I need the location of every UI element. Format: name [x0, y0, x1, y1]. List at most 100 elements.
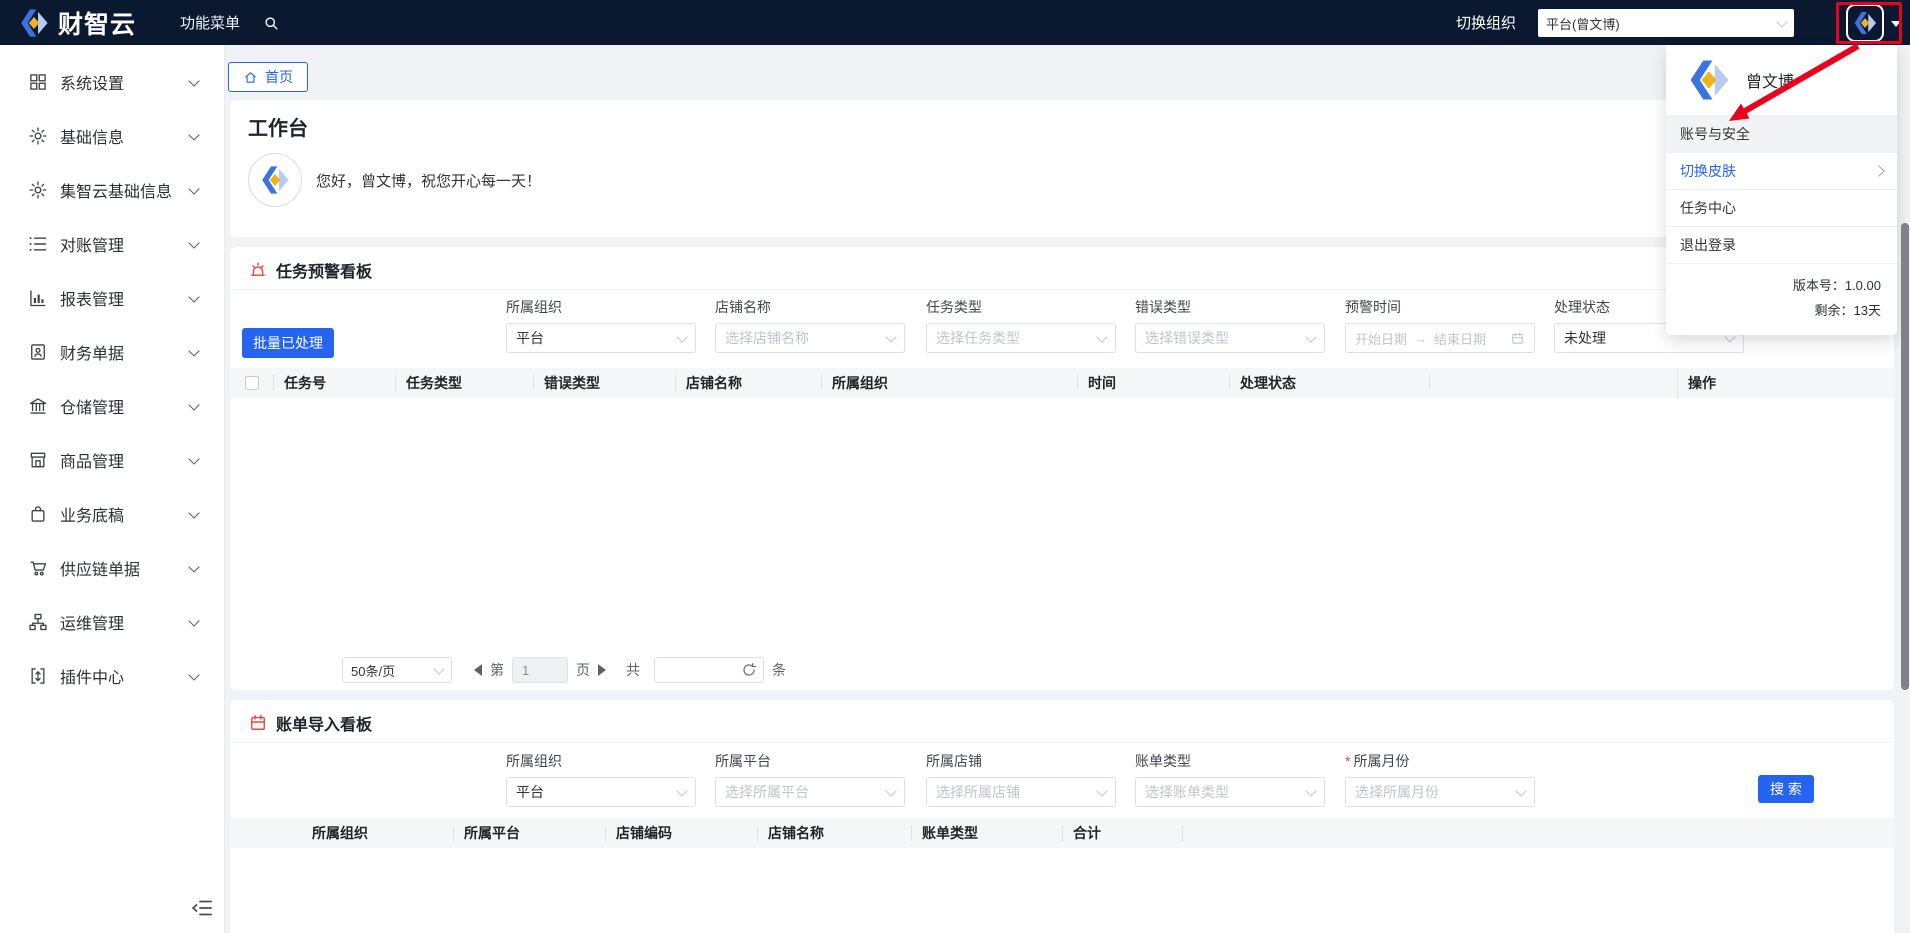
top-navbar: 财智云 功能菜单 切换组织 平台(曾文博)	[0, 0, 1910, 45]
select-value: 平台	[516, 784, 544, 800]
filter-label: 所属店铺	[926, 753, 982, 769]
sidebar-item-label: 供应链单据	[60, 562, 141, 579]
sidebar-item-finance-docs[interactable]: 财务单据	[0, 325, 224, 379]
filter-shop: 所属店铺 选择所属店铺	[926, 751, 1116, 807]
menu-item-logout[interactable]: 退出登录	[1666, 226, 1897, 263]
sidebar-item-business-draft[interactable]: 业务底稿	[0, 487, 224, 541]
cart-icon	[28, 558, 48, 578]
sidebar-item-system-settings[interactable]: 系统设置	[0, 55, 224, 109]
sidebar-item-ops-management[interactable]: 运维管理	[0, 595, 224, 649]
end-date-placeholder: 结束日期	[1434, 331, 1487, 347]
filter-org: 所属组织 平台	[506, 751, 696, 807]
shop-name-select[interactable]: 选择店铺名称	[715, 323, 905, 353]
filter-label: 所属平台	[715, 753, 771, 769]
chevron-down-icon	[188, 74, 200, 87]
sidebar-item-products[interactable]: 商品管理	[0, 433, 224, 487]
chevron-down-icon	[1096, 330, 1108, 343]
column-header: 合计	[1063, 818, 1183, 848]
switch-org-label: 切换组织	[1456, 15, 1517, 32]
column-header: 任务号	[274, 368, 396, 398]
select-placeholder: 选择所属店铺	[936, 784, 1020, 800]
filter-platform: 所属平台 选择所属平台	[715, 751, 905, 807]
menu-item-label: 切换皮肤	[1680, 163, 1736, 179]
sidebar-collapse-icon[interactable]	[190, 896, 214, 920]
gear-icon	[28, 180, 48, 200]
page-title: 工作台	[248, 118, 308, 140]
chevron-right-icon	[1873, 165, 1885, 177]
page-size-select[interactable]: 50条/页	[342, 657, 452, 683]
sidebar-item-label: 基础信息	[60, 130, 125, 147]
action-column-header: 操作	[1677, 368, 1894, 398]
chevron-down-icon	[188, 506, 200, 519]
sidebar-item-warehouse[interactable]: 仓储管理	[0, 379, 224, 433]
chevron-down-icon	[188, 182, 200, 195]
user-avatar-button[interactable]	[1846, 4, 1884, 42]
chevron-down-icon	[885, 784, 897, 797]
sidebar-item-plugin-center[interactable]: 插件中心	[0, 649, 224, 703]
platform-select[interactable]: 选择所属平台	[715, 777, 905, 807]
menu-item-account-security[interactable]: 账号与安全	[1666, 115, 1897, 152]
sidebar-item-supply-chain[interactable]: 供应链单据	[0, 541, 224, 595]
chevron-down-icon	[1515, 784, 1527, 797]
sidebar-item-reconciliation[interactable]: 对账管理	[0, 217, 224, 271]
error-type-select[interactable]: 选择错误类型	[1135, 323, 1325, 353]
task-type-select[interactable]: 选择任务类型	[926, 323, 1116, 353]
page-prefix-label: 第	[490, 662, 504, 678]
version-number: 版本号：1.0.00	[1792, 278, 1881, 293]
shop-select[interactable]: 选择所属店铺	[926, 777, 1116, 807]
chevron-down-icon	[1776, 15, 1788, 28]
org-select[interactable]: 平台(曾文博)	[1538, 9, 1794, 37]
start-date-placeholder: 开始日期	[1355, 331, 1408, 347]
chevron-down-icon	[188, 452, 200, 465]
refresh-icon[interactable]	[741, 662, 757, 678]
tab-home[interactable]: 首页	[228, 62, 308, 92]
prev-page-button[interactable]	[474, 664, 482, 676]
filter-label: 所属月份	[1353, 753, 1410, 769]
filter-task-type: 任务类型 选择任务类型	[926, 297, 1116, 353]
select-all-checkbox[interactable]	[245, 376, 259, 390]
chevron-down-icon	[885, 330, 897, 343]
total-prefix-label: 共	[626, 662, 640, 678]
column-header: 所属组织	[302, 818, 454, 848]
batch-process-button[interactable]: 批量已处理	[242, 328, 334, 358]
avatar-logo-icon	[1852, 10, 1878, 36]
sidebar-item-reports[interactable]: 报表管理	[0, 271, 224, 325]
select-placeholder: 选择账单类型	[1145, 784, 1229, 800]
filter-bill-type: 账单类型 选择账单类型	[1135, 751, 1325, 807]
menu-item-switch-skin[interactable]: 切换皮肤	[1666, 152, 1897, 189]
function-menu-button[interactable]: 功能菜单	[180, 12, 240, 33]
chevron-down-icon	[188, 614, 200, 627]
bill-type-select[interactable]: 选择账单类型	[1135, 777, 1325, 807]
filter-label-required: * 所属月份	[1345, 751, 1535, 769]
total-count-input[interactable]	[654, 657, 764, 683]
scrollbar-thumb[interactable]	[1901, 223, 1909, 690]
sitemap-icon	[28, 612, 48, 632]
column-header: 错误类型	[534, 368, 676, 398]
org-select[interactable]: 平台	[506, 777, 696, 807]
sidebar-item-basic-info[interactable]: 基础信息	[0, 109, 224, 163]
page-number-input[interactable]: 1	[512, 657, 568, 683]
search-icon[interactable]	[262, 14, 280, 32]
document-user-icon	[28, 342, 48, 362]
select-placeholder: 选择所属月份	[1355, 784, 1439, 800]
avatar-logo-icon	[1686, 57, 1732, 103]
user-menu-caret-icon[interactable]	[1891, 21, 1901, 27]
gear-icon	[28, 126, 48, 146]
select-placeholder: 选择任务类型	[936, 330, 1020, 346]
calendar-icon	[248, 713, 268, 733]
month-select[interactable]: 选择所属月份	[1345, 777, 1535, 807]
sidebar-item-jizhiyun-basic-info[interactable]: 集智云基础信息	[0, 163, 224, 217]
home-icon	[243, 70, 258, 85]
avatar-logo-icon	[259, 164, 291, 196]
menu-item-task-center[interactable]: 任务中心	[1666, 189, 1897, 226]
org-select[interactable]: 平台	[506, 323, 696, 353]
column-header: 账单类型	[912, 818, 1063, 848]
chevron-down-icon	[1305, 330, 1317, 343]
column-header: 店铺名称	[758, 818, 912, 848]
workbench-card: 工作台 您好，曾文博，祝您开心每一天！	[230, 100, 1894, 237]
search-button[interactable]: 搜 索	[1758, 775, 1814, 803]
next-page-button[interactable]	[598, 664, 606, 676]
select-all-cell	[230, 368, 274, 398]
date-range-picker[interactable]: 开始日期 → 结束日期	[1345, 323, 1535, 353]
bill-board-title: 账单导入看板	[276, 717, 373, 734]
